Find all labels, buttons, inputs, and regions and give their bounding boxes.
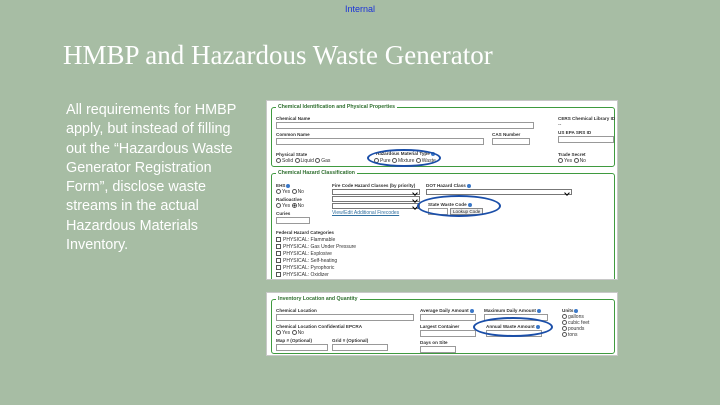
hazard-fieldset: Chemical Hazard Classification EHS Yes N… <box>271 170 615 279</box>
info-icon <box>466 183 471 188</box>
common-name-input[interactable] <box>276 138 484 145</box>
radio-gas[interactable] <box>315 158 321 164</box>
chemical-name-input[interactable] <box>276 122 534 129</box>
cas-number-label: CAS Number <box>492 132 521 137</box>
category-item: PHYSICAL: Gas Under Pressure <box>276 244 356 250</box>
radio-trade-no[interactable] <box>573 158 579 164</box>
trade-secret-options: Yes No <box>558 158 586 164</box>
unit-option: tons <box>562 332 577 338</box>
ehs-options: Yes No <box>276 189 304 195</box>
map-optional-label: Map # (Optional) <box>276 338 312 343</box>
checkbox[interactable] <box>276 237 281 243</box>
inventory-fieldset: Inventory Location and Quantity Chemical… <box>271 296 615 354</box>
ehs-label: EHS <box>276 183 291 188</box>
radio-tons[interactable] <box>562 332 567 338</box>
curies-input[interactable] <box>276 217 310 224</box>
grid-optional-input[interactable] <box>332 344 388 351</box>
chemical-name-label: Chemical Name <box>276 116 311 121</box>
largest-container-input[interactable] <box>420 330 476 337</box>
avg-daily-label: Average Daily Amount <box>420 308 474 313</box>
days-on-site-label: Days on Site <box>420 340 448 345</box>
chemical-location-input[interactable] <box>276 314 414 321</box>
confidential-epcra-label: Chemical Location Confidential EPCRA <box>276 324 363 329</box>
cas-number-input[interactable] <box>492 138 530 145</box>
chemical-form-screenshot: Chemical Identification and Physical Pro… <box>266 100 618 280</box>
radio-epcra-no[interactable] <box>291 330 297 336</box>
grid-optional-label: Grid # (Optional) <box>332 338 369 343</box>
dot-class-select[interactable] <box>426 189 572 195</box>
avg-daily-input[interactable] <box>420 314 476 321</box>
category-item: PHYSICAL: Flammable <box>276 237 335 243</box>
cers-library-id-label: CERS Chemical Library ID <box>558 116 616 121</box>
confidential-epcra-options: Yes No <box>276 330 304 336</box>
units-label: Units <box>562 308 579 313</box>
max-daily-label: Maximum Daily Amount <box>484 308 541 313</box>
cers-library-id-value: -- <box>558 122 562 128</box>
radio-radioactive-no[interactable] <box>291 203 297 209</box>
checkbox[interactable] <box>276 258 281 264</box>
trade-secret-label: Trade Secret <box>558 152 586 157</box>
chem-id-legend: Chemical Identification and Physical Pro… <box>276 104 398 110</box>
radio-radioactive-yes[interactable] <box>276 203 281 209</box>
us-epa-srs-input[interactable] <box>558 136 614 143</box>
category-item: PHYSICAL: Explosive <box>276 251 332 257</box>
state-waste-code-highlight <box>417 195 501 217</box>
classification-label: Internal <box>344 4 376 14</box>
chem-id-fieldset: Chemical Identification and Physical Pro… <box>271 104 616 167</box>
days-on-site-input[interactable] <box>420 346 456 353</box>
info-icon <box>469 308 474 313</box>
radio-solid[interactable] <box>276 158 281 164</box>
physical-state-label: Physical State <box>276 152 308 157</box>
checkbox[interactable] <box>276 251 281 257</box>
category-item: PHYSICAL: Self-heating <box>276 258 337 264</box>
hazmat-type-highlight <box>367 149 441 167</box>
us-epa-srs-label: US EPA SRS ID <box>558 130 592 135</box>
info-icon <box>536 308 541 313</box>
fire-code-select-1[interactable] <box>332 189 420 195</box>
inventory-form-screenshot: Inventory Location and Quantity Chemical… <box>266 292 618 356</box>
radio-ehs-no[interactable] <box>291 189 297 195</box>
inventory-legend: Inventory Location and Quantity <box>276 296 360 302</box>
radio-gallons[interactable] <box>562 314 567 320</box>
radio-trade-yes[interactable] <box>558 158 563 164</box>
physical-state-options: Solid Liquid Gas <box>276 158 330 164</box>
fire-code-select-3[interactable] <box>332 203 420 209</box>
radio-ehs-yes[interactable] <box>276 189 281 195</box>
radio-epcra-yes[interactable] <box>276 330 281 336</box>
radio-pounds[interactable] <box>562 326 567 332</box>
info-icon <box>574 308 579 313</box>
radioactive-options: Yes No <box>276 203 304 209</box>
fed-categories-label: Federal Hazard Categories <box>276 230 334 235</box>
fire-code-label: Fire Code Hazard Classes (by priority) <box>332 183 416 188</box>
view-edit-firecodes-link[interactable]: View/Edit Additional Firecodes <box>332 210 399 216</box>
dot-class-label: DOT Hazard Class <box>426 183 471 188</box>
radioactive-label: Radioactive <box>276 197 302 202</box>
checkbox[interactable] <box>276 272 281 278</box>
category-item: PHYSICAL: Pyrophoric <box>276 265 334 271</box>
checkbox[interactable] <box>276 265 281 271</box>
slide-body-text: All requirements for HMBP apply, but ins… <box>66 102 237 254</box>
fire-code-select-2[interactable] <box>332 196 420 202</box>
hazard-legend: Chemical Hazard Classification <box>276 170 357 176</box>
map-optional-input[interactable] <box>276 344 328 351</box>
radio-cubic-feet[interactable] <box>562 320 567 326</box>
slide-title: HMBP and Hazardous Waste Generator <box>63 40 493 70</box>
annual-waste-highlight <box>473 317 553 337</box>
largest-container-label: Largest Container <box>420 324 460 329</box>
category-item: PHYSICAL: Oxidizer <box>276 272 329 278</box>
info-icon <box>286 183 291 188</box>
checkbox[interactable] <box>276 244 281 250</box>
curies-label: Curies <box>276 211 291 216</box>
chemical-location-label: Chemical Location <box>276 308 317 313</box>
common-name-label: Common Name <box>276 132 310 137</box>
radio-liquid[interactable] <box>294 158 300 164</box>
